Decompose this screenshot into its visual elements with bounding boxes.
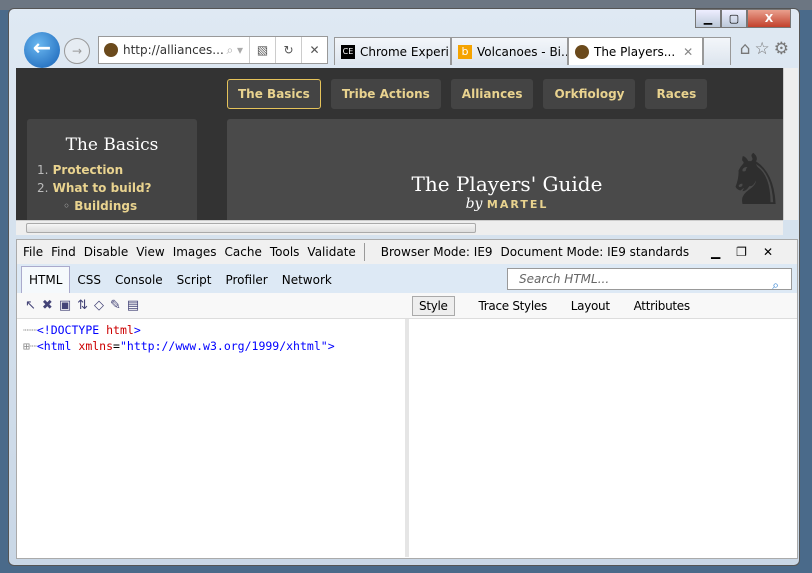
tab-script[interactable]: Script: [170, 267, 219, 293]
author: MARTEL: [486, 198, 549, 211]
document-mode-menu[interactable]: Document Mode: IE9 standards: [501, 245, 690, 259]
browser-mode-menu[interactable]: Browser Mode: IE9: [381, 245, 493, 259]
search-html-input[interactable]: Search HTML... ⌕: [507, 268, 792, 292]
list-number: 2.: [37, 181, 49, 195]
tree-node-doctype[interactable]: ┈┈<!DOCTYPE html>: [23, 323, 399, 337]
vertical-scrollbar[interactable]: [783, 68, 798, 220]
menu-find[interactable]: Find: [51, 245, 76, 259]
tab-label: Volcanoes - Bi...: [477, 44, 568, 59]
refresh-icon[interactable]: ↻: [275, 37, 301, 63]
tab-layout[interactable]: Layout: [571, 299, 610, 313]
tree-node-html[interactable]: ⊞┈<html xmlns="http://www.w3.org/1999/xh…: [23, 339, 399, 353]
developer-tools: File Find Disable View Images Cache Tool…: [16, 239, 798, 559]
tab-profiler[interactable]: Profiler: [218, 267, 274, 293]
save-icon[interactable]: ▣: [59, 298, 77, 313]
by-label: by: [465, 196, 483, 212]
divider: [363, 243, 365, 261]
edit-icon[interactable]: ✎: [110, 298, 127, 313]
list-bullet: ◦: [63, 199, 71, 213]
tab-network[interactable]: Network: [275, 267, 339, 293]
tab-style[interactable]: Style: [412, 295, 455, 316]
tab-volcanoes[interactable]: b Volcanoes - Bi...: [451, 37, 568, 65]
tab-trace-styles[interactable]: Trace Styles: [478, 299, 547, 313]
menu-tools[interactable]: Tools: [270, 245, 300, 259]
menu-images[interactable]: Images: [173, 245, 217, 259]
bing-icon: b: [458, 44, 472, 59]
tab-css[interactable]: CSS: [70, 267, 108, 293]
gear-icon[interactable]: ⚙: [774, 39, 793, 59]
new-tab-button[interactable]: [703, 37, 731, 65]
style-pane: [409, 319, 797, 557]
select-element-icon[interactable]: ↖: [25, 298, 42, 313]
close-devtools-icon[interactable]: ✕: [763, 245, 781, 259]
favorites-star-icon[interactable]: ☆: [755, 39, 774, 59]
nav-orkfiology[interactable]: Orkfiology: [543, 79, 636, 109]
menu-disable[interactable]: Disable: [84, 245, 129, 259]
tab-console[interactable]: Console: [108, 267, 170, 293]
hero-title: The Players' Guide: [411, 172, 603, 196]
clear-icon[interactable]: ✖: [42, 298, 59, 313]
home-icon[interactable]: ⌂: [740, 39, 755, 59]
stop-icon[interactable]: ✕: [301, 37, 327, 63]
undock-icon[interactable]: ❐: [736, 245, 755, 259]
tab-label: Chrome Experi...: [360, 44, 451, 59]
maximize-button[interactable]: ▢: [721, 9, 747, 28]
forward-button[interactable]: →: [64, 38, 90, 64]
tab-label: The Players...: [594, 44, 676, 59]
dragon-emblem-icon: ♞: [724, 139, 783, 220]
word-wrap-icon[interactable]: ▤: [127, 298, 145, 313]
tab-players-guide[interactable]: The Players... ✕: [568, 37, 703, 65]
nav-alliances[interactable]: Alliances: [450, 79, 534, 109]
ce-icon: CE: [341, 44, 355, 59]
search-icon[interactable]: ⌕: [765, 272, 786, 299]
site-favicon: [575, 44, 589, 59]
sidebar-title: The Basics: [65, 135, 159, 155]
link-protection[interactable]: Protection: [53, 163, 124, 177]
link-what-to-build[interactable]: What to build?: [53, 181, 152, 195]
dom-page-icon[interactable]: ◇: [94, 298, 110, 313]
html-tree: ┈┈<!DOCTYPE html> ⊞┈<html xmlns="http://…: [17, 319, 409, 557]
menu-view[interactable]: View: [136, 245, 164, 259]
menu-file[interactable]: File: [23, 245, 43, 259]
close-tab-icon[interactable]: ✕: [683, 45, 693, 59]
site-favicon: [104, 43, 118, 57]
expand-icon[interactable]: ⊞┈: [23, 339, 37, 353]
address-text[interactable]: http://alliances...: [123, 43, 226, 57]
horizontal-scrollbar[interactable]: [16, 220, 783, 235]
minimize-devtools-icon[interactable]: ▁: [711, 245, 728, 259]
link-buildings[interactable]: Buildings: [74, 199, 137, 213]
hero-banner: The Players' Guide by MARTEL ♞: [227, 119, 783, 220]
tab-attributes[interactable]: Attributes: [634, 299, 691, 313]
minimize-button[interactable]: ▁: [695, 9, 721, 28]
close-window-button[interactable]: X: [747, 9, 791, 28]
back-button[interactable]: ←: [24, 32, 60, 68]
refresh-icon[interactable]: ⇅: [77, 298, 94, 313]
list-number: 1.: [37, 163, 49, 177]
search-placeholder: Search HTML...: [519, 272, 610, 286]
tab-chrome-experiments[interactable]: CE Chrome Experi...: [334, 37, 451, 65]
sidebar: The Basics 1. Protection 2. What to buil…: [27, 119, 197, 220]
address-bar[interactable]: http://alliances... ⌕ ▾ ▧ ↻ ✕: [98, 36, 328, 64]
browser-window: ▁ ▢ X ← → http://alliances... ⌕ ▾ ▧ ↻ ✕ CE…: [8, 8, 800, 566]
nav-the-basics[interactable]: The Basics: [227, 79, 321, 109]
menu-cache[interactable]: Cache: [225, 245, 262, 259]
nav-races[interactable]: Races: [645, 79, 708, 109]
search-icon[interactable]: ⌕ ▾: [226, 43, 243, 58]
menu-validate[interactable]: Validate: [307, 245, 355, 259]
page-viewport: The Basics Tribe Actions Alliances Orkfi…: [16, 68, 783, 220]
compatibility-icon[interactable]: ▧: [249, 37, 275, 63]
nav-tribe-actions[interactable]: Tribe Actions: [330, 79, 441, 109]
tab-html[interactable]: HTML: [21, 266, 71, 293]
